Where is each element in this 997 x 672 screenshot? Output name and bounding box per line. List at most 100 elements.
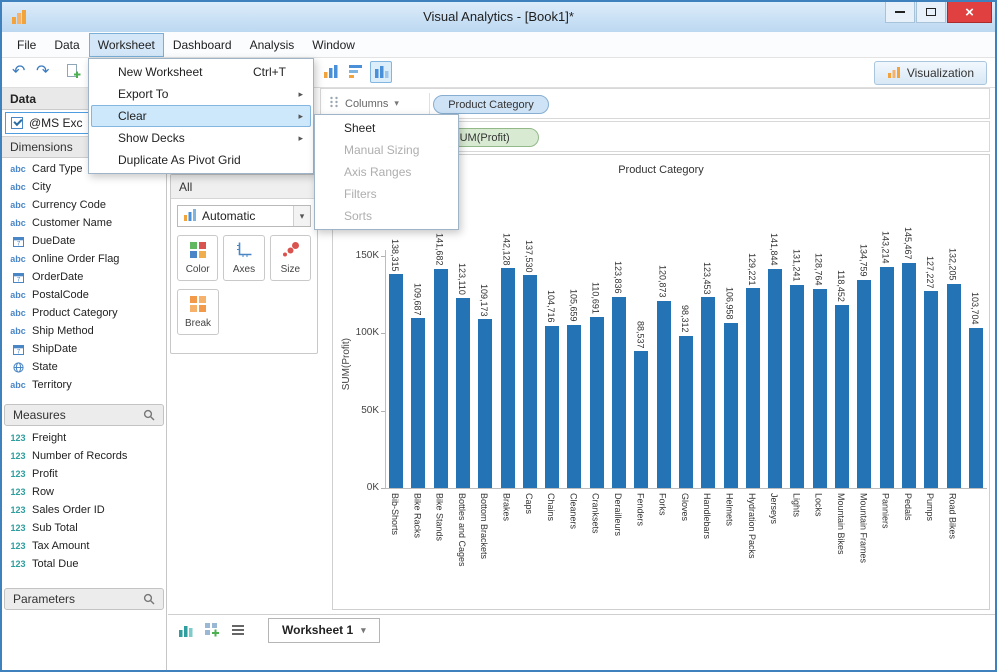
dimension-ship-method[interactable]: abc Ship Method [2,322,166,340]
deck-button-axes[interactable]: Axes [223,235,265,281]
bar[interactable] [768,268,783,488]
pill-product-category[interactable]: Product Category [433,95,549,114]
abc-text-icon: abc [10,290,26,300]
menubar-item-file[interactable]: File [8,33,45,57]
menu-item-clear[interactable]: Clear ▸ [91,105,311,127]
redo-button[interactable]: ↷ [36,62,49,81]
x-axis-label: Derailleurs [613,493,623,537]
bar[interactable] [723,322,738,488]
menu-item-label: Export To [118,87,169,101]
visualization-button[interactable]: Visualization [873,61,987,85]
dimension-currency-code[interactable]: abc Currency Code [2,196,166,214]
menubar-item-data[interactable]: Data [45,33,88,57]
deck-mode-select[interactable]: Automatic ▾ [177,205,311,227]
bar[interactable] [946,283,961,488]
bar[interactable] [411,318,426,488]
bar[interactable] [835,304,849,488]
deck-buttons: Color Axes Size [177,235,311,281]
measure-freight[interactable]: 123 Freight [2,429,166,447]
bar[interactable] [924,291,939,488]
bar[interactable] [589,316,604,488]
bar[interactable] [522,275,537,488]
chevron-down-icon[interactable]: ▾ [293,206,310,226]
new-page-button[interactable] [62,61,84,83]
dimension-orderdate[interactable]: 7 OrderDate [2,268,166,286]
bar[interactable] [500,268,515,488]
maximize-button[interactable] [916,2,946,23]
measure-sub-total[interactable]: 123 Sub Total [2,519,166,537]
submenu-item-sheet[interactable]: Sheet [317,117,456,139]
deck-button-size[interactable]: Size [269,235,311,281]
search-icon[interactable] [143,409,155,421]
field-label: Total Due [32,558,79,570]
dimension-shipdate[interactable]: 7 ShipDate [2,340,166,358]
submenu-item-axis-ranges: Axis Ranges [317,161,456,183]
dimension-product-category[interactable]: abc Product Category [2,304,166,322]
menubar-item-analysis[interactable]: Analysis [241,33,304,57]
bar[interactable] [857,279,872,488]
measure-row[interactable]: 123 Row [2,483,166,501]
dimension-territory[interactable]: abc Territory [2,376,166,394]
menubar-item-window[interactable]: Window [303,33,364,57]
bar[interactable] [656,301,671,488]
axes-icon [235,241,253,262]
new-grid-icon[interactable] [204,622,220,638]
measure-total-due[interactable]: 123 Total Due [2,555,166,573]
bar[interactable] [455,297,470,488]
deck-button-color[interactable]: Color [177,235,219,281]
bar-value-label: 138,315 [390,238,400,272]
deck-button-break[interactable]: Break [177,289,219,335]
menu-item-export-to[interactable]: Export To ▸ [91,83,311,105]
number-123-icon: 123 [10,541,26,551]
measure-tax-amount[interactable]: 123 Tax Amount [2,537,166,555]
bar[interactable] [968,327,983,488]
dimension-duedate[interactable]: 7 DueDate [2,232,166,250]
new-worksheet-chart-icon[interactable] [178,622,194,638]
bar[interactable] [901,263,916,488]
worksheet-tab[interactable]: Worksheet 1 ▾ [268,617,380,643]
menubar-item-dashboard[interactable]: Dashboard [164,33,241,57]
minimize-button[interactable] [885,2,915,23]
bar[interactable] [433,268,448,488]
dimension-online-order-flag[interactable]: abc Online Order Flag [2,250,166,268]
bar[interactable] [567,324,582,488]
search-icon[interactable] [143,593,155,605]
list-view-icon[interactable] [230,622,246,638]
measures-list: 123 Freight 123 Number of Records 123 Profit 1… [2,429,166,573]
checkbox-checked-icon[interactable] [11,117,23,129]
menu-item-show-decks[interactable]: Show Decks ▸ [91,127,311,149]
dimension-customer-name[interactable]: abc Customer Name [2,214,166,232]
measure-number-of-records[interactable]: 123 Number of Records [2,447,166,465]
title-bar: Visual Analytics - [Book1]* × [2,2,995,32]
dimension-postalcode[interactable]: abc PostalCode [2,286,166,304]
bar[interactable] [879,266,894,488]
drag-handle-icon[interactable] [329,96,339,111]
bar[interactable] [389,274,403,488]
menu-item-duplicate-as-pivot-grid[interactable]: Duplicate As Pivot Grid [91,149,311,171]
bar[interactable] [812,288,827,488]
bar[interactable] [678,335,693,488]
bar[interactable] [634,351,649,488]
bar[interactable] [612,296,626,488]
x-axis-line [385,488,987,489]
undo-button[interactable]: ↶ [12,62,25,81]
close-button[interactable]: × [947,2,992,23]
menubar-item-worksheet[interactable]: Worksheet [88,32,164,57]
bar[interactable] [701,297,716,488]
x-axis-label: Chains [546,493,557,522]
field-label: State [32,361,58,373]
toolbar-chart-button-3[interactable] [370,61,392,83]
bar[interactable] [478,319,493,488]
bar[interactable] [790,285,805,488]
toolbar-chart-button-1[interactable] [320,61,342,83]
chevron-down-icon[interactable]: ▾ [394,98,399,109]
measure-sales-order-id[interactable]: 123 Sales Order ID [2,501,166,519]
bar[interactable] [745,288,760,488]
field-label: DueDate [32,235,76,247]
measure-profit[interactable]: 123 Profit [2,465,166,483]
toolbar-chart-button-2[interactable] [345,61,367,83]
dimension-city[interactable]: abc City [2,178,166,196]
dimension-state[interactable]: State [2,358,166,376]
bar[interactable] [545,326,560,488]
menu-item-new-worksheet[interactable]: New Worksheet Ctrl+T [91,61,311,83]
